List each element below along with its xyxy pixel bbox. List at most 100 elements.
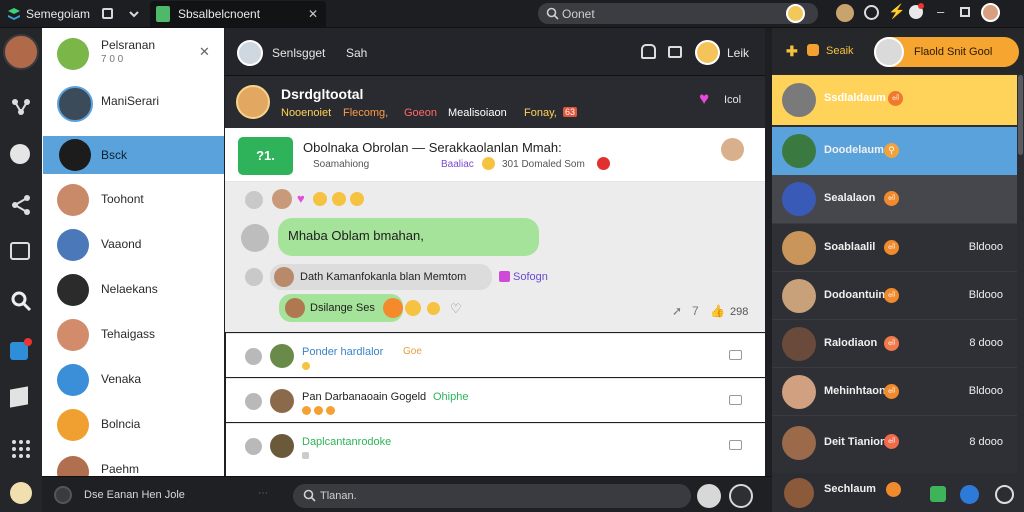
right-list-count: 8 dooo [969,436,1003,448]
right-list-badge: ⏎ [884,191,899,206]
network-icon[interactable] [10,194,32,216]
apps-grid-icon[interactable] [10,438,32,460]
close-tab-icon[interactable]: ✕ [308,7,318,21]
expand-icon[interactable] [729,395,742,405]
contact-avatar [57,86,93,122]
chat-icon[interactable] [10,144,32,166]
contact-item[interactable]: Bolncia [43,403,224,448]
thread-row[interactable]: Pan Darbanaoain Gogeld Ohiphe [226,378,765,422]
banner-tag: Fonay, [524,107,557,119]
right-panel-button[interactable]: Flaold Snit Gool [874,37,1019,67]
account-avatar[interactable] [981,3,1000,22]
attach-icon[interactable] [697,484,721,508]
contact-avatar [57,38,89,70]
right-list-item[interactable]: Ralodiaon ⏎ 8 dooo [772,319,1017,367]
close-icon[interactable]: ✕ [199,44,210,60]
user-avatar[interactable] [786,4,805,23]
expand-icon[interactable] [729,350,742,360]
right-list-count: Bldooo [968,289,1003,301]
chevron-down-icon[interactable] [128,8,140,20]
thread-row[interactable]: Daplcantanrodoke [226,423,765,476]
share-icon[interactable] [10,96,32,118]
minimize-icon[interactable]: – [937,4,944,19]
message-count: 298 [730,306,749,318]
contact-item[interactable]: Tehaigass [43,313,224,358]
contact-item-selected[interactable]: Bsck [43,136,224,174]
contact-item[interactable]: ManiSerari [43,80,224,132]
profile-avatar[interactable] [836,4,854,22]
bell-icon[interactable] [641,44,656,59]
contact-item[interactable]: Pelsranan 7 0 0 ✕ [43,30,224,78]
right-list-name: Ssdlaldaum [824,92,886,104]
right-list-item[interactable]: Ssdlaldaum ⏎ [772,75,1017,125]
like-icon[interactable]: 👍 [710,304,725,318]
expand-icon[interactable] [729,440,742,450]
banner-tag: Mealisoiaon [448,107,507,119]
thread-tag: Goe [403,346,422,357]
contact-item[interactable]: Nelaekans [43,268,224,313]
right-list-item[interactable]: Dodoantuin ⏎ Bldooo [772,271,1017,319]
right-list-badge: ⏎ [884,336,899,351]
edit-icon[interactable] [10,338,32,362]
forward-icon[interactable]: ➚ [672,304,682,318]
pinned-message[interactable] [225,128,765,182]
plus-icon[interactable]: ✚ [786,43,798,60]
pin-icon[interactable]: 7 [692,304,699,318]
browser-tab[interactable]: Sbsalbelcnoent ✕ [150,1,326,27]
reaction-icon[interactable] [245,191,263,209]
composer-input[interactable]: Tlanan. [293,484,691,508]
sync-icon[interactable] [729,484,753,508]
bolt-icon[interactable]: ⚡ [888,3,905,20]
emoji-reaction-icon [332,192,346,206]
right-list-name: Dodoantuin [824,289,886,301]
emoji-icon[interactable] [10,482,32,504]
right-list-avatar [782,83,816,117]
right-list-item[interactable]: Sealalaon ⏎ [772,175,1017,223]
refresh-icon[interactable] [864,5,879,20]
emoji-reaction-icon [326,406,335,415]
app-logo-icon [6,6,22,22]
reply-icon[interactable] [245,268,263,286]
heart-icon[interactable]: ♥ [699,89,709,109]
contact-item[interactable]: Venaka [43,358,224,403]
contact-item[interactable]: Toohont [43,178,224,223]
bottom-user-avatar[interactable] [784,478,814,508]
right-list-item[interactable]: Mehinhtaon ⏎ Bldooo [772,367,1017,415]
badge-icon [807,44,819,56]
banner-avatar [236,85,270,119]
contact-name: Paehm [101,462,140,476]
globe-icon[interactable] [960,485,979,504]
rail-avatar[interactable] [3,34,39,70]
settings-icon[interactable] [995,485,1014,504]
heart-outline-icon[interactable]: ♡ [450,301,462,317]
status-circle-icon[interactable] [54,486,72,504]
cube-icon[interactable] [10,386,32,410]
composer-search-icon [303,489,316,502]
right-list-item[interactable]: Deit Tianion ⏎ 8 dooo [772,415,1017,473]
camera-icon[interactable] [668,46,682,58]
header-user-avatar[interactable] [695,40,720,65]
status-text: Dse Eanan Hen Jole [84,489,185,501]
right-scrollbar[interactable] [1018,75,1023,155]
magnifier-icon[interactable] [10,290,32,312]
banner-tag: Nooenoiet [281,107,332,119]
maximize-icon[interactable] [960,7,970,17]
contact-item[interactable]: Vaaond [43,223,224,268]
right-list-item[interactable]: Doodelaum ⚲ [772,127,1017,175]
pinned-avatar [721,138,744,161]
contact-item[interactable]: Paehm [43,448,224,476]
message-bubble[interactable]: Dath Kamanfokanla blan Memtom [270,264,492,290]
check-icon[interactable] [930,486,946,502]
message-bubble[interactable]: Mhaba Oblam bmahan, [278,218,539,256]
window-icon[interactable] [102,8,113,19]
smile-icon [482,157,495,170]
more-icon[interactable]: ⋯ [258,488,268,499]
terminal-icon[interactable] [10,242,32,264]
chat-header-avatar[interactable] [237,40,263,66]
chat-header-action[interactable]: Leik [727,46,749,60]
right-list-item[interactable]: Soablaalil ⏎ Bldooo [772,223,1017,271]
thread-row[interactable]: Ponder hardlalor Goe [226,333,765,377]
search-input[interactable]: Oonet [538,3,818,24]
right-panel-button-label: Flaold Snit Gool [914,46,993,58]
right-list-avatar [782,375,816,409]
